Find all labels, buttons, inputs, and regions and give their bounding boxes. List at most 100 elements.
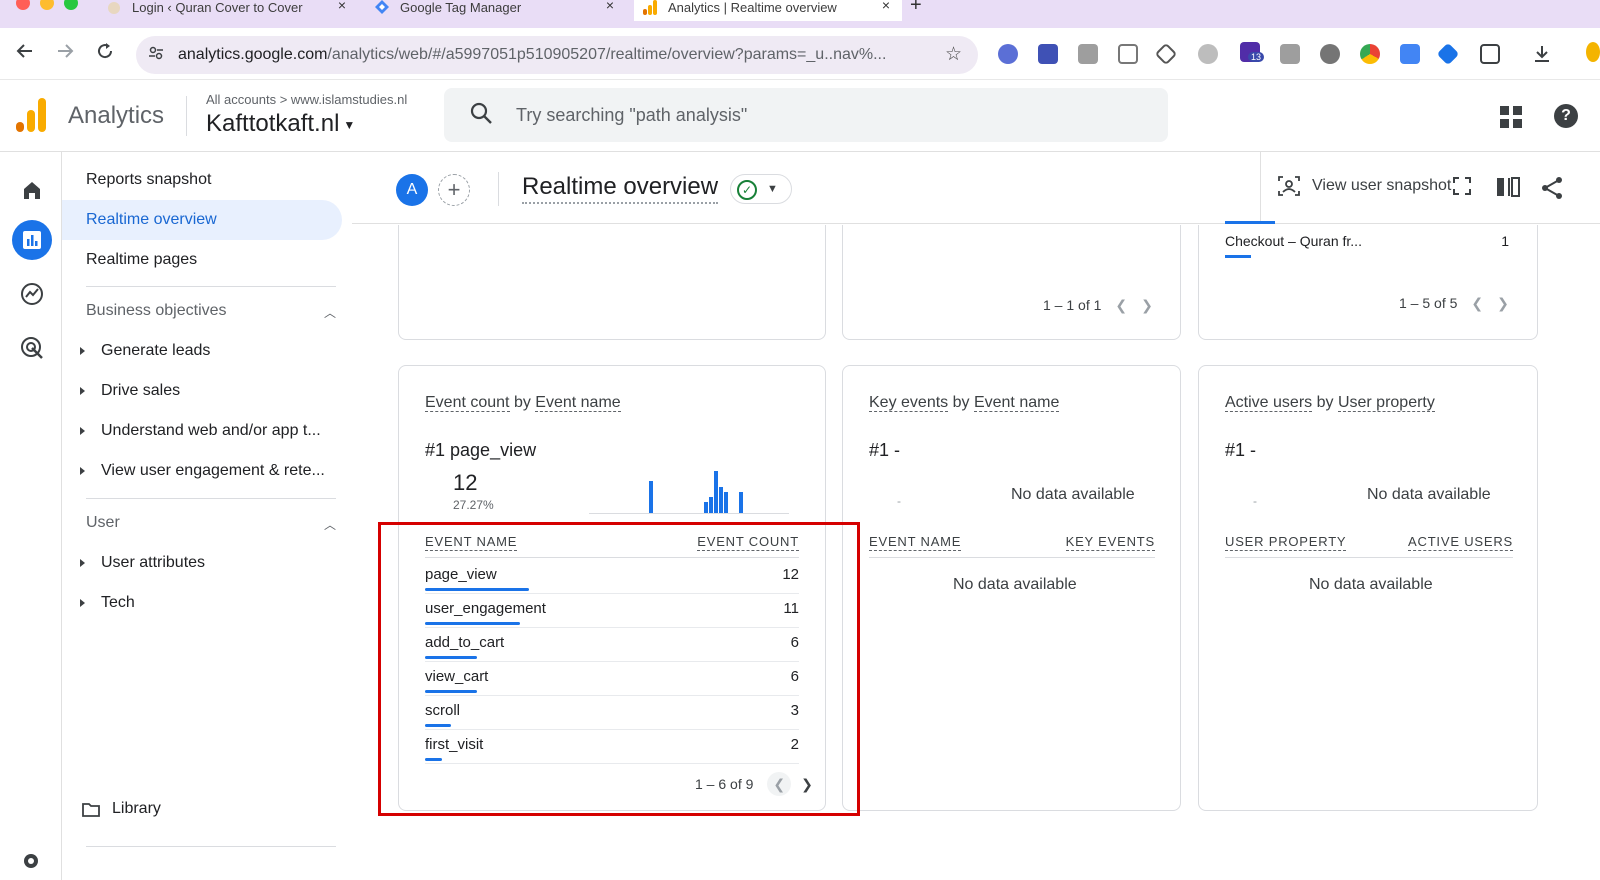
- settings-gear-icon[interactable]: [20, 850, 42, 877]
- view-user-snapshot-button[interactable]: View user snapshot: [1278, 176, 1451, 196]
- extension-icon-with-badge[interactable]: 13: [1240, 42, 1265, 62]
- account-breadcrumb[interactable]: All accounts > www.islamstudies.nl: [206, 92, 407, 107]
- top-item-value: 12: [453, 470, 478, 495]
- sparkline-bar: [719, 487, 723, 513]
- expand-triangle-icon: [80, 346, 85, 355]
- close-tab-icon[interactable]: ×: [882, 0, 890, 13]
- property-selector[interactable]: Kafttotkaft.nl ▼: [206, 110, 355, 138]
- new-tab-button[interactable]: +: [910, 0, 922, 16]
- nav-drive-sales[interactable]: Drive sales: [80, 382, 180, 400]
- nav-user-attributes[interactable]: User attributes: [80, 554, 205, 572]
- caret-down-icon: ▼: [343, 117, 356, 132]
- window-close-dot[interactable]: [16, 0, 30, 10]
- analytics-header: Analytics All accounts > www.islamstudie…: [0, 80, 1600, 152]
- card-title[interactable]: Key events by Event name: [869, 394, 1060, 412]
- extension-icon[interactable]: [1198, 44, 1218, 64]
- address-bar[interactable]: analytics.google.com/analytics/web/#/a59…: [136, 36, 978, 74]
- wordpress-favicon-icon: [106, 0, 122, 15]
- column-header-active-users[interactable]: ACTIVE USERS: [1408, 534, 1513, 551]
- extension-icon[interactable]: [998, 44, 1018, 64]
- profile-avatar-icon[interactable]: [1586, 42, 1600, 62]
- translate-extension-icon[interactable]: [1400, 44, 1420, 64]
- card-title[interactable]: Event count by Event name: [425, 394, 621, 412]
- site-settings-icon[interactable]: [148, 45, 164, 64]
- chrome-extension-icon[interactable]: [1360, 44, 1380, 64]
- browser-tab-quran-login[interactable]: Login ‹ Quran Cover to Cover ×: [98, 0, 358, 21]
- back-arrow-icon[interactable]: [16, 42, 34, 65]
- nav-item-label: Library: [112, 800, 161, 817]
- column-header-user-property[interactable]: USER PROPERTY: [1225, 534, 1347, 551]
- table-row-name: Checkout – Quran fr...: [1225, 233, 1362, 249]
- sparkline-bar: [724, 492, 728, 513]
- metric-label: Active users: [1225, 394, 1313, 412]
- search-input[interactable]: [516, 102, 1116, 128]
- search-box[interactable]: [444, 88, 1168, 142]
- home-icon[interactable]: [12, 170, 52, 210]
- dimension-label: Event name: [973, 394, 1060, 412]
- analytics-logo-icon: [16, 98, 48, 132]
- top-item-rank: #1 -: [1225, 440, 1257, 460]
- chevron-left-icon[interactable]: ❮: [1471, 295, 1483, 312]
- extension-icon[interactable]: [1320, 44, 1340, 64]
- window-minimize-dot[interactable]: [40, 0, 54, 10]
- nav-understand-traffic[interactable]: Understand web and/or app t...: [80, 422, 321, 440]
- apps-grid-icon[interactable]: [1500, 106, 1522, 128]
- tab-indicator: [1225, 221, 1275, 224]
- nav-realtime-pages[interactable]: Realtime pages: [62, 240, 342, 280]
- column-header-key-events[interactable]: KEY EVENTS: [1065, 534, 1155, 551]
- tab-title: Google Tag Manager: [400, 0, 522, 15]
- explore-icon[interactable]: [12, 274, 52, 314]
- nav-library[interactable]: Library: [82, 800, 161, 818]
- camera-extension-icon[interactable]: [1280, 44, 1300, 64]
- card-title[interactable]: Active users by User property: [1225, 394, 1435, 412]
- card-top-middle: 1 – 1 of 1 ❮ ❯: [842, 225, 1181, 340]
- pagination: 1 – 5 of 5 ❮ ❯: [1399, 295, 1509, 312]
- comparison-avatar[interactable]: A: [396, 174, 428, 206]
- forward-arrow-icon[interactable]: [56, 42, 74, 65]
- chevron-left-icon[interactable]: ❮: [1115, 297, 1127, 314]
- button-label: View user snapshot: [1312, 177, 1452, 195]
- browser-tab-analytics[interactable]: Analytics | Realtime overview ×: [634, 0, 902, 21]
- nav-realtime-overview[interactable]: Realtime overview: [62, 200, 342, 240]
- bookmark-star-icon[interactable]: ☆: [945, 43, 962, 66]
- extensions-puzzle-icon[interactable]: [1480, 44, 1500, 64]
- browser-tab-google-tag-manager[interactable]: Google Tag Manager ×: [366, 0, 626, 21]
- annotation-highlight-box: [378, 522, 860, 816]
- extension-icon[interactable]: [1078, 44, 1098, 64]
- share-icon[interactable]: [1540, 176, 1564, 200]
- nav-item-label: View user engagement & rete...: [101, 462, 325, 479]
- column-header-event-name[interactable]: EVENT NAME: [869, 534, 962, 551]
- nav-generate-leads[interactable]: Generate leads: [80, 342, 210, 360]
- close-tab-icon[interactable]: ×: [606, 0, 614, 13]
- user-snapshot-icon: [1278, 176, 1300, 196]
- nav-divider: [86, 498, 336, 499]
- extension-icon[interactable]: [1038, 44, 1058, 64]
- chevron-right-icon[interactable]: ❯: [1141, 297, 1153, 314]
- nav-reports-snapshot[interactable]: Reports snapshot: [62, 160, 342, 200]
- chevron-right-icon[interactable]: ❯: [1497, 295, 1509, 312]
- compare-columns-icon[interactable]: [1496, 176, 1520, 200]
- analytics-favicon-icon: [642, 0, 658, 15]
- reload-icon[interactable]: [96, 42, 114, 65]
- advertising-icon[interactable]: [12, 328, 52, 368]
- fullscreen-icon[interactable]: [1452, 176, 1476, 200]
- nav-group-user[interactable]: User ︿: [86, 514, 336, 532]
- help-icon[interactable]: ?: [1554, 104, 1578, 128]
- folder-icon: [82, 802, 100, 817]
- reports-icon[interactable]: [12, 220, 52, 260]
- add-comparison-button[interactable]: +: [438, 174, 470, 206]
- tag-assistant-extension-icon[interactable]: [1436, 42, 1460, 66]
- data-quality-dropdown[interactable]: ✓ ▼: [730, 174, 792, 204]
- nav-tech[interactable]: Tech: [80, 594, 135, 612]
- close-tab-icon[interactable]: ×: [338, 0, 346, 13]
- downloads-icon[interactable]: [1532, 44, 1552, 64]
- sparkline-bar: [739, 492, 743, 513]
- window-zoom-dot[interactable]: [64, 0, 78, 10]
- nav-group-business-objectives[interactable]: Business objectives ︿: [86, 302, 336, 320]
- sparkline-bar: [649, 481, 653, 513]
- nav-user-engagement[interactable]: View user engagement & rete...: [80, 462, 325, 480]
- extension-icon[interactable]: [1154, 42, 1178, 66]
- tab-title: Login ‹ Quran Cover to Cover: [132, 0, 303, 15]
- table-header: EVENT NAME KEY EVENTS: [869, 532, 1155, 558]
- extension-icon[interactable]: [1118, 44, 1138, 64]
